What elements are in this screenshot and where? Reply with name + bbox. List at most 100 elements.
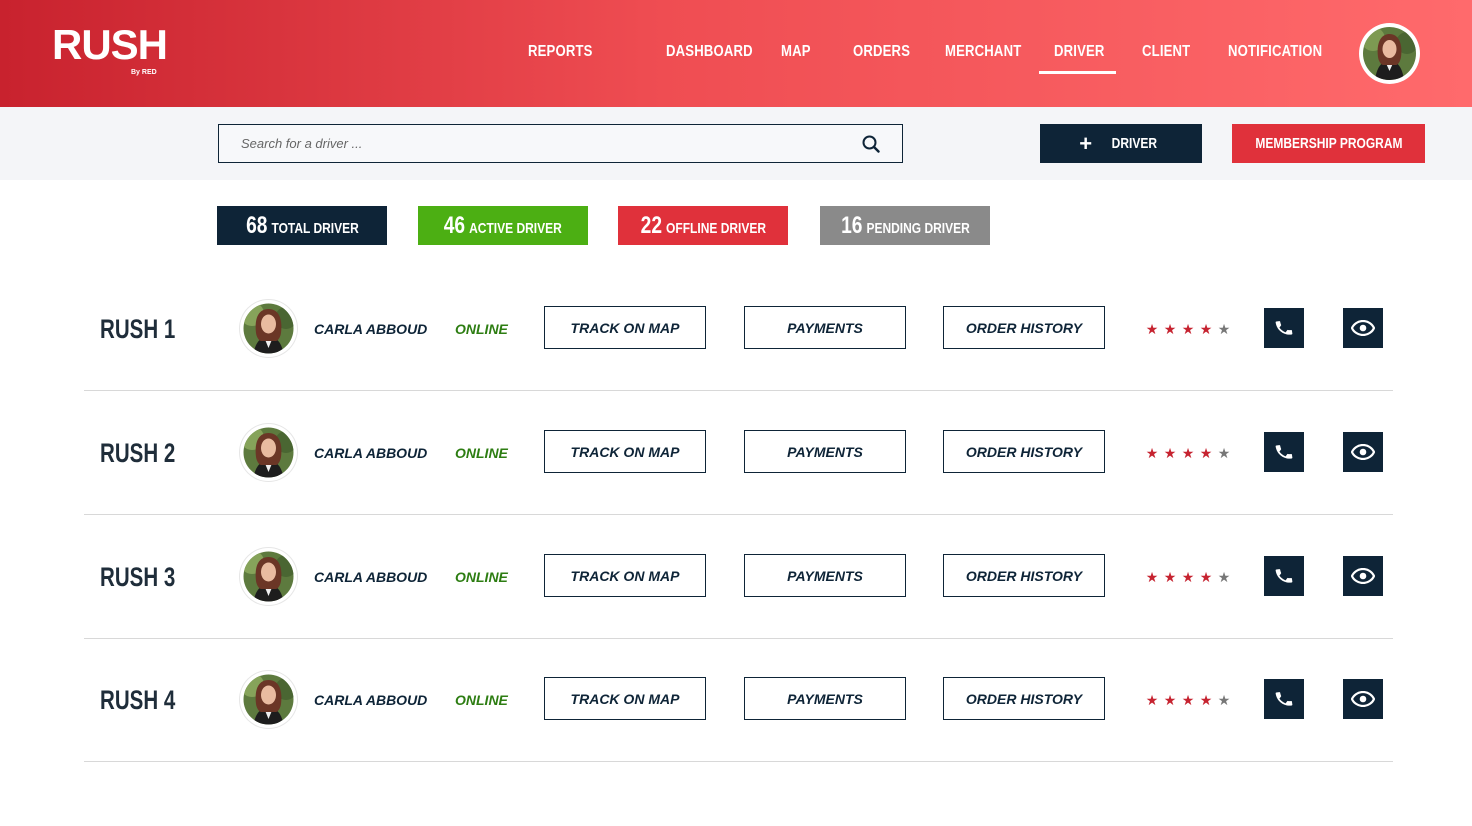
nav-client[interactable]: CLIENT: [1142, 43, 1190, 61]
star-filled-icon: ★: [1145, 569, 1159, 585]
search-input[interactable]: [241, 125, 841, 161]
star-filled-icon: ★: [1199, 445, 1213, 461]
driver-rating: ★ ★ ★ ★ ★: [1143, 391, 1233, 515]
phone-icon: [1275, 445, 1293, 459]
nav-map[interactable]: MAP: [781, 43, 811, 61]
nav-notification[interactable]: NOTIFICATION: [1228, 43, 1322, 61]
add-driver-label: DRIVER: [1111, 135, 1158, 152]
star-filled-icon: ★: [1145, 321, 1159, 337]
driver-avatar-icon: [243, 303, 294, 354]
driver-row: RUSH 4 CARLA ABBOUD ONLINE TRACK ON MAP …: [84, 638, 1393, 762]
order-history-button[interactable]: ORDER HISTORY: [943, 677, 1105, 720]
driver-row: RUSH 3 CARLA ABBOUD ONLINE TRACK ON MAP …: [84, 515, 1393, 639]
star-filled-icon: ★: [1181, 321, 1195, 337]
star-filled-icon: ★: [1163, 569, 1177, 585]
membership-label: MEMBERSHIP PROGRAM: [1254, 135, 1403, 152]
stat-count: 46: [443, 211, 466, 239]
star-filled-icon: ★: [1163, 321, 1177, 337]
driver-avatar[interactable]: [240, 548, 297, 605]
driver-name: CARLA ABBOUD: [314, 692, 428, 708]
stat-label: OFFLINE DRIVER: [665, 219, 766, 237]
stat-count: 22: [640, 211, 662, 239]
call-button[interactable]: [1264, 432, 1304, 472]
add-driver-button[interactable]: + DRIVER: [1040, 124, 1202, 163]
driver-avatar[interactable]: [240, 300, 297, 357]
driver-status: ONLINE: [455, 445, 508, 461]
active-nav-indicator: [1039, 71, 1116, 74]
call-button[interactable]: [1264, 556, 1304, 596]
search-icon[interactable]: [862, 135, 880, 153]
driver-avatar[interactable]: [240, 671, 297, 728]
track-on-map-button[interactable]: TRACK ON MAP: [544, 306, 706, 349]
star-filled-icon: ★: [1163, 692, 1177, 708]
payments-button[interactable]: PAYMENTS: [744, 430, 906, 473]
stat-offline-driver[interactable]: 22 OFFLINE DRIVER: [618, 206, 788, 245]
view-driver-button[interactable]: [1343, 556, 1383, 596]
driver-id: RUSH 1: [100, 314, 176, 344]
driver-row: RUSH 2 CARLA ABBOUD ONLINE TRACK ON MAP …: [84, 391, 1393, 515]
payments-button[interactable]: PAYMENTS: [744, 554, 906, 597]
driver-avatar[interactable]: [240, 424, 297, 481]
track-on-map-button[interactable]: TRACK ON MAP: [544, 554, 706, 597]
view-driver-button[interactable]: [1343, 432, 1383, 472]
driver-row: RUSH 1 CARLA ABBOUD ONLINE TRACK ON MAP …: [84, 267, 1393, 391]
star-filled-icon: ★: [1181, 692, 1195, 708]
stat-pending-driver[interactable]: 16 PENDING DRIVER: [820, 206, 990, 245]
view-driver-button[interactable]: [1343, 679, 1383, 719]
driver-status: ONLINE: [455, 321, 508, 337]
driver-avatar-icon: [243, 674, 294, 725]
plus-icon: +: [1079, 130, 1093, 156]
user-avatar-icon: [1363, 27, 1416, 80]
star-empty-icon: ★: [1217, 445, 1231, 461]
driver-id: RUSH 3: [100, 562, 176, 592]
star-filled-icon: ★: [1199, 692, 1213, 708]
star-empty-icon: ★: [1217, 692, 1231, 708]
driver-avatar-icon: [243, 427, 294, 478]
stat-count: 16: [840, 211, 862, 239]
star-filled-icon: ★: [1199, 569, 1213, 585]
eye-icon: [1351, 444, 1375, 460]
star-filled-icon: ★: [1181, 569, 1195, 585]
top-header: RUSH By RED REPORTS DASHBOARD MAP ORDERS…: [0, 0, 1472, 107]
phone-icon: [1275, 569, 1293, 583]
star-filled-icon: ★: [1163, 445, 1177, 461]
star-filled-icon: ★: [1145, 445, 1159, 461]
logo-wordmark: RUSH: [52, 21, 168, 68]
star-filled-icon: ★: [1145, 692, 1159, 708]
stat-total-driver[interactable]: 68 TOTAL DRIVER: [217, 206, 387, 245]
star-filled-icon: ★: [1181, 445, 1195, 461]
nav-merchant[interactable]: MERCHANT: [945, 43, 1021, 61]
track-on-map-button[interactable]: TRACK ON MAP: [544, 430, 706, 473]
stat-label: PENDING DRIVER: [865, 219, 970, 237]
driver-rating: ★ ★ ★ ★ ★: [1143, 267, 1233, 391]
driver-id: RUSH 4: [100, 685, 176, 715]
call-button[interactable]: [1264, 308, 1304, 348]
order-history-button[interactable]: ORDER HISTORY: [943, 554, 1105, 597]
order-history-button[interactable]: ORDER HISTORY: [943, 430, 1105, 473]
nav-dashboard[interactable]: DASHBOARD: [666, 43, 753, 61]
view-driver-button[interactable]: [1343, 308, 1383, 348]
order-history-button[interactable]: ORDER HISTORY: [943, 306, 1105, 349]
nav-driver[interactable]: DRIVER: [1054, 43, 1105, 61]
nav-orders[interactable]: ORDERS: [853, 43, 910, 61]
stat-active-driver[interactable]: 46 ACTIVE DRIVER: [418, 206, 588, 245]
driver-rating: ★ ★ ★ ★ ★: [1143, 515, 1233, 639]
rush-logo[interactable]: RUSH By RED: [52, 21, 168, 77]
profile-avatar[interactable]: [1359, 23, 1420, 84]
phone-icon: [1275, 321, 1293, 335]
track-on-map-button[interactable]: TRACK ON MAP: [544, 677, 706, 720]
call-button[interactable]: [1264, 679, 1304, 719]
payments-button[interactable]: PAYMENTS: [744, 677, 906, 720]
star-empty-icon: ★: [1217, 569, 1231, 585]
driver-status: ONLINE: [455, 569, 508, 585]
search-box: [218, 124, 903, 163]
phone-icon: [1275, 692, 1293, 706]
payments-button[interactable]: PAYMENTS: [744, 306, 906, 349]
star-filled-icon: ★: [1199, 321, 1213, 337]
driver-avatar-icon: [243, 551, 294, 602]
driver-name: CARLA ABBOUD: [314, 445, 428, 461]
membership-program-button[interactable]: MEMBERSHIP PROGRAM: [1232, 124, 1425, 163]
stat-label: ACTIVE DRIVER: [469, 219, 563, 237]
nav-reports[interactable]: REPORTS: [528, 43, 593, 61]
driver-status: ONLINE: [455, 692, 508, 708]
